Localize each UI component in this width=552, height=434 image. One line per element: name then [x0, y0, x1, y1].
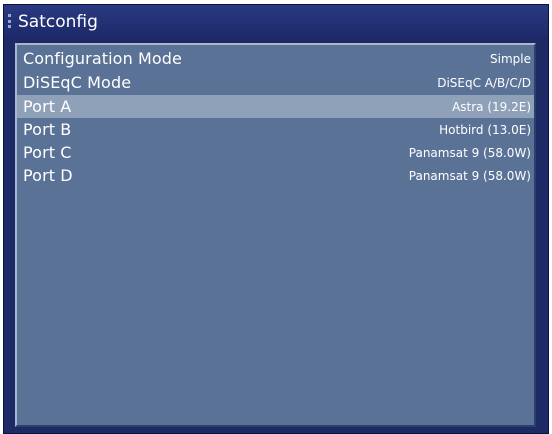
setting-label: Configuration Mode — [23, 49, 182, 68]
setting-value: Simple — [490, 51, 531, 66]
satconfig-window: Satconfig Configuration Mode Simple DiSE… — [3, 4, 549, 434]
setting-label: Port A — [23, 97, 72, 116]
setting-row-diseqc-mode[interactable]: DiSEqC Mode DiSEqC A/B/C/D — [17, 71, 534, 94]
setting-value: Hotbird (13.0E) — [439, 122, 531, 137]
setting-value: Astra (19.2E) — [452, 99, 531, 114]
setting-row-port-d[interactable]: Port D Panamsat 9 (58.0W) — [17, 164, 534, 187]
setting-row-port-b[interactable]: Port B Hotbird (13.0E) — [17, 118, 534, 141]
window-title: Satconfig — [18, 12, 98, 32]
setting-value: Panamsat 9 (58.0W) — [408, 145, 531, 160]
setting-value: DiSEqC A/B/C/D — [437, 75, 531, 90]
setting-row-configuration-mode[interactable]: Configuration Mode Simple — [17, 47, 534, 70]
setting-row-port-c[interactable]: Port C Panamsat 9 (58.0W) — [17, 141, 534, 164]
drag-grip-icon — [8, 14, 12, 28]
settings-list: Configuration Mode Simple DiSEqC Mode Di… — [15, 43, 536, 427]
setting-value: Panamsat 9 (58.0W) — [408, 168, 531, 183]
setting-label: DiSEqC Mode — [23, 73, 132, 92]
title-bar: Satconfig — [4, 5, 548, 39]
setting-label: Port D — [23, 166, 73, 185]
setting-label: Port B — [23, 120, 72, 139]
setting-label: Port C — [23, 143, 72, 162]
setting-row-port-a[interactable]: Port A Astra (19.2E) — [17, 95, 534, 118]
